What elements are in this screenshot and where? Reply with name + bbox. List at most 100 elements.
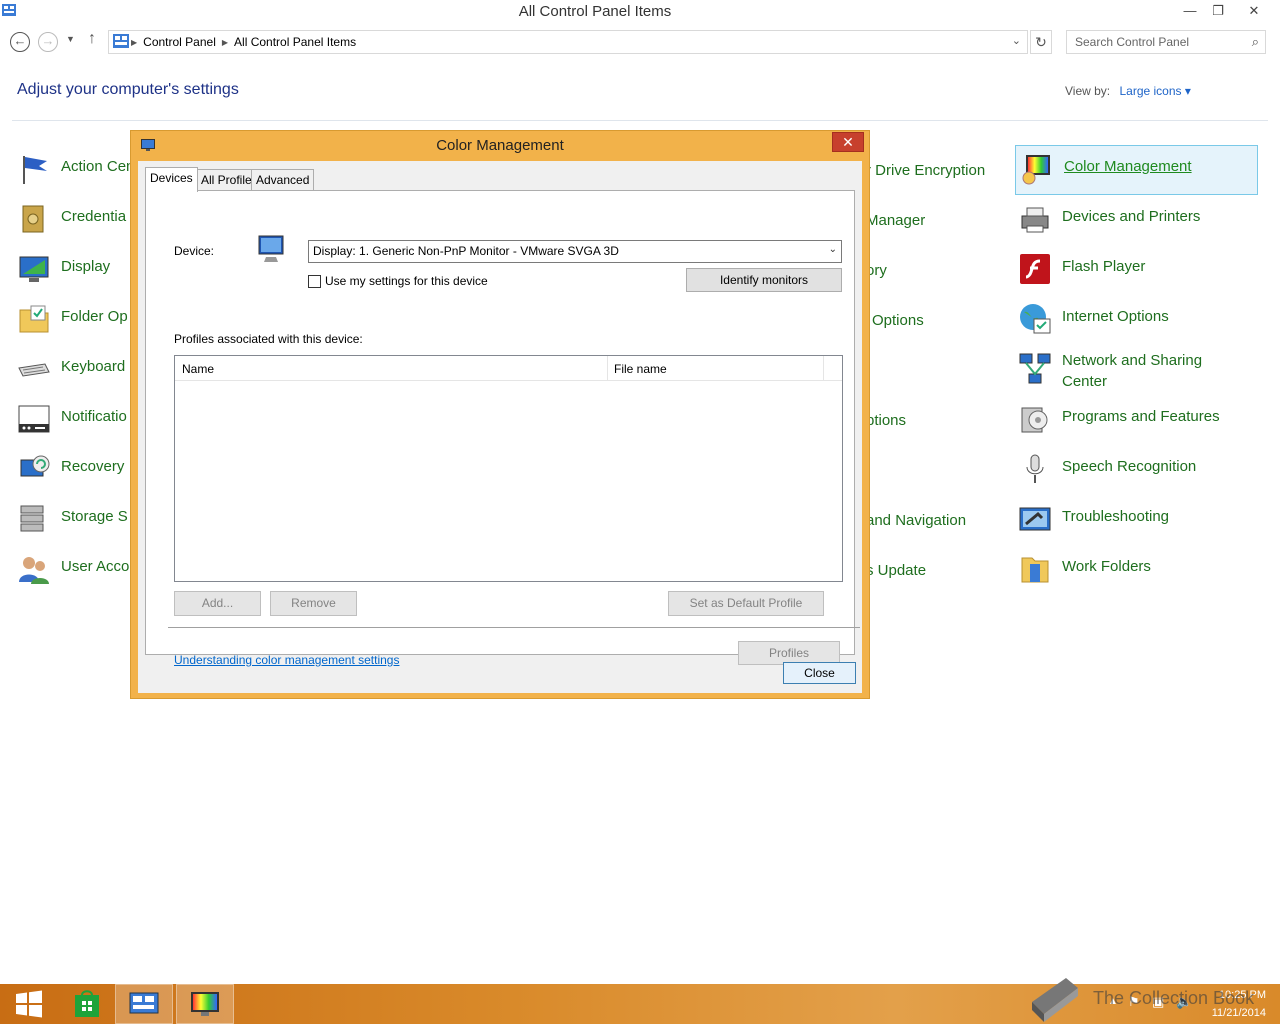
close-window-button[interactable]: ✕	[1240, 0, 1268, 22]
close-button[interactable]: Close	[783, 662, 856, 684]
color-management-dialog: Color Management ✕ Devices All Profiles …	[130, 130, 870, 699]
view-by: View by: Large icons ▾	[1065, 84, 1191, 98]
cp-item-taskbar-navigation[interactable]: and Navigation	[866, 506, 966, 542]
forward-icon[interactable]: →	[38, 32, 58, 52]
recovery-icon	[20, 455, 50, 477]
up-icon[interactable]: ↑	[88, 30, 96, 48]
cp-item-notification-area[interactable]: Notificatio	[17, 402, 127, 438]
dialog-title: Color Management	[436, 137, 564, 154]
set-default-profile-button[interactable]: Set as Default Profile	[668, 591, 824, 616]
cp-item-label: Keyboard	[61, 358, 126, 375]
cp-item-label: Internet Options	[1062, 308, 1169, 325]
divider	[12, 120, 1268, 121]
address-dropdown-icon[interactable]: ⌄	[1012, 34, 1021, 47]
back-icon[interactable]: ←	[10, 32, 30, 52]
cp-item-indexing-options[interactable]: Options	[872, 306, 924, 342]
search-input[interactable]: Search Control Panel ⌕	[1066, 30, 1266, 54]
column-separator[interactable]	[823, 356, 824, 380]
cp-item-label: Manager	[866, 212, 926, 229]
dialog-close-icon[interactable]: ✕	[832, 132, 864, 152]
flag-icon	[23, 156, 47, 184]
cp-item-color-management[interactable]: Color Management	[1015, 145, 1258, 195]
breadcrumb-separator-icon[interactable]: ▶	[222, 38, 228, 47]
cp-item-speech-recognition[interactable]: Speech Recognition	[1018, 452, 1196, 488]
cp-item-action-center[interactable]: Action Cen	[17, 152, 134, 188]
cp-item-devices-printers[interactable]: Devices and Printers	[1018, 202, 1200, 238]
cp-item-keyboard[interactable]: Keyboard	[17, 352, 125, 388]
cp-item-label: ptions	[866, 412, 907, 429]
profiles-label: Profiles associated with this device:	[174, 332, 363, 346]
network-icon	[1019, 353, 1051, 384]
cp-item-folder-options[interactable]: Folder Op	[17, 302, 128, 338]
taskbar-color-management[interactable]	[176, 984, 234, 1024]
identify-monitors-button[interactable]: Identify monitors	[686, 268, 842, 292]
cp-item-label: Action Cen	[61, 158, 135, 175]
cp-item-display[interactable]: Display	[17, 252, 110, 288]
storage-icon	[20, 505, 44, 532]
cp-item-label: Troubleshooting	[1062, 508, 1170, 525]
cp-item-windows-update[interactable]: s Update	[866, 556, 926, 592]
cp-item-work-folders[interactable]: Work Folders	[1018, 552, 1151, 588]
page-title: Adjust your computer's settings	[17, 81, 239, 98]
breadcrumb-all-items[interactable]: All Control Panel Items	[234, 35, 356, 49]
cp-item-troubleshooting[interactable]: Troubleshooting	[1018, 502, 1169, 538]
chevron-down-icon[interactable]: ⌄	[829, 244, 837, 255]
column-separator[interactable]	[607, 356, 608, 380]
minimize-button[interactable]: —	[1176, 0, 1204, 22]
programs-icon	[1021, 407, 1048, 433]
view-by-dropdown[interactable]: Large icons ▾	[1119, 84, 1190, 98]
work-folder-icon	[1021, 557, 1049, 583]
vault-icon	[22, 205, 44, 233]
taskbar-store[interactable]	[58, 984, 116, 1024]
profiles-list[interactable]: Name File name	[174, 355, 843, 582]
control-panel-icon	[129, 992, 159, 1014]
microphone-icon	[1026, 454, 1044, 483]
add-button[interactable]: Add...	[174, 591, 261, 616]
recent-locations-icon[interactable]: ▼	[66, 34, 75, 44]
cp-item-storage-spaces[interactable]: Storage S	[17, 502, 128, 538]
cp-item-bitlocker[interactable]: r Drive Encryption	[866, 156, 985, 192]
breadcrumb: ▶ Control Panel ▶ All Control Panel Item…	[131, 35, 356, 49]
cp-item-device-manager[interactable]: Manager	[866, 206, 925, 242]
cp-item-label: and Navigation	[866, 512, 967, 529]
address-bar[interactable]: ▶ Control Panel ▶ All Control Panel Item…	[108, 30, 1028, 54]
device-dropdown[interactable]: Display: 1. Generic Non-PnP Monitor - VM…	[308, 240, 842, 263]
watermark: The Collection Book	[1093, 988, 1255, 1008]
cp-item-power-options[interactable]: ptions	[866, 406, 906, 442]
start-button[interactable]	[0, 984, 58, 1024]
cp-item-label: r Drive Encryption	[866, 162, 986, 179]
cp-item-label: Options	[872, 312, 924, 329]
cp-item-label: Work Folders	[1062, 558, 1151, 575]
cp-item-label: Folder Op	[61, 308, 128, 325]
cp-item-recovery[interactable]: Recovery	[17, 452, 124, 488]
search-icon[interactable]: ⌕	[1252, 34, 1259, 50]
checkbox-box[interactable]	[308, 274, 321, 288]
cp-item-internet-options[interactable]: Internet Options	[1018, 302, 1169, 338]
cp-item-label: s Update	[866, 562, 927, 579]
remove-button[interactable]: Remove	[270, 591, 357, 616]
breadcrumb-control-panel[interactable]: Control Panel	[143, 35, 216, 49]
monitor-icon	[19, 256, 49, 282]
cp-item-label: Flash Player	[1062, 258, 1146, 275]
cp-item-network-sharing[interactable]: Network and Sharing Center	[1018, 346, 1232, 394]
breadcrumb-separator-icon[interactable]: ▶	[131, 38, 137, 47]
list-header: Name File name	[175, 356, 842, 381]
taskbar-control-panel[interactable]	[115, 984, 173, 1024]
cp-item-user-accounts[interactable]: User Acco	[17, 552, 129, 588]
column-header-filename[interactable]: File name	[614, 362, 667, 376]
cp-item-flash-player[interactable]: Flash Player	[1018, 252, 1145, 288]
cp-item-label: Programs and Features	[1062, 408, 1220, 425]
tab-advanced[interactable]: Advanced	[251, 169, 315, 191]
cp-item-label: Credentia	[61, 208, 127, 225]
refresh-icon[interactable]: ↻	[1030, 30, 1052, 54]
use-my-settings-checkbox[interactable]: Use my settings for this device	[308, 274, 488, 288]
cp-item-programs-features[interactable]: Programs and Features	[1018, 402, 1220, 438]
cp-item-label: Speech Recognition	[1062, 458, 1197, 475]
column-header-name[interactable]: Name	[182, 362, 214, 376]
tab-devices[interactable]: Devices	[145, 167, 198, 192]
understanding-color-management-link[interactable]: Understanding color management settings	[174, 653, 399, 667]
folder-icon	[19, 305, 49, 333]
cp-item-credential-manager[interactable]: Credentia	[17, 202, 126, 238]
restore-button[interactable]: ❐	[1204, 0, 1232, 22]
windows-logo-icon	[16, 990, 42, 1018]
